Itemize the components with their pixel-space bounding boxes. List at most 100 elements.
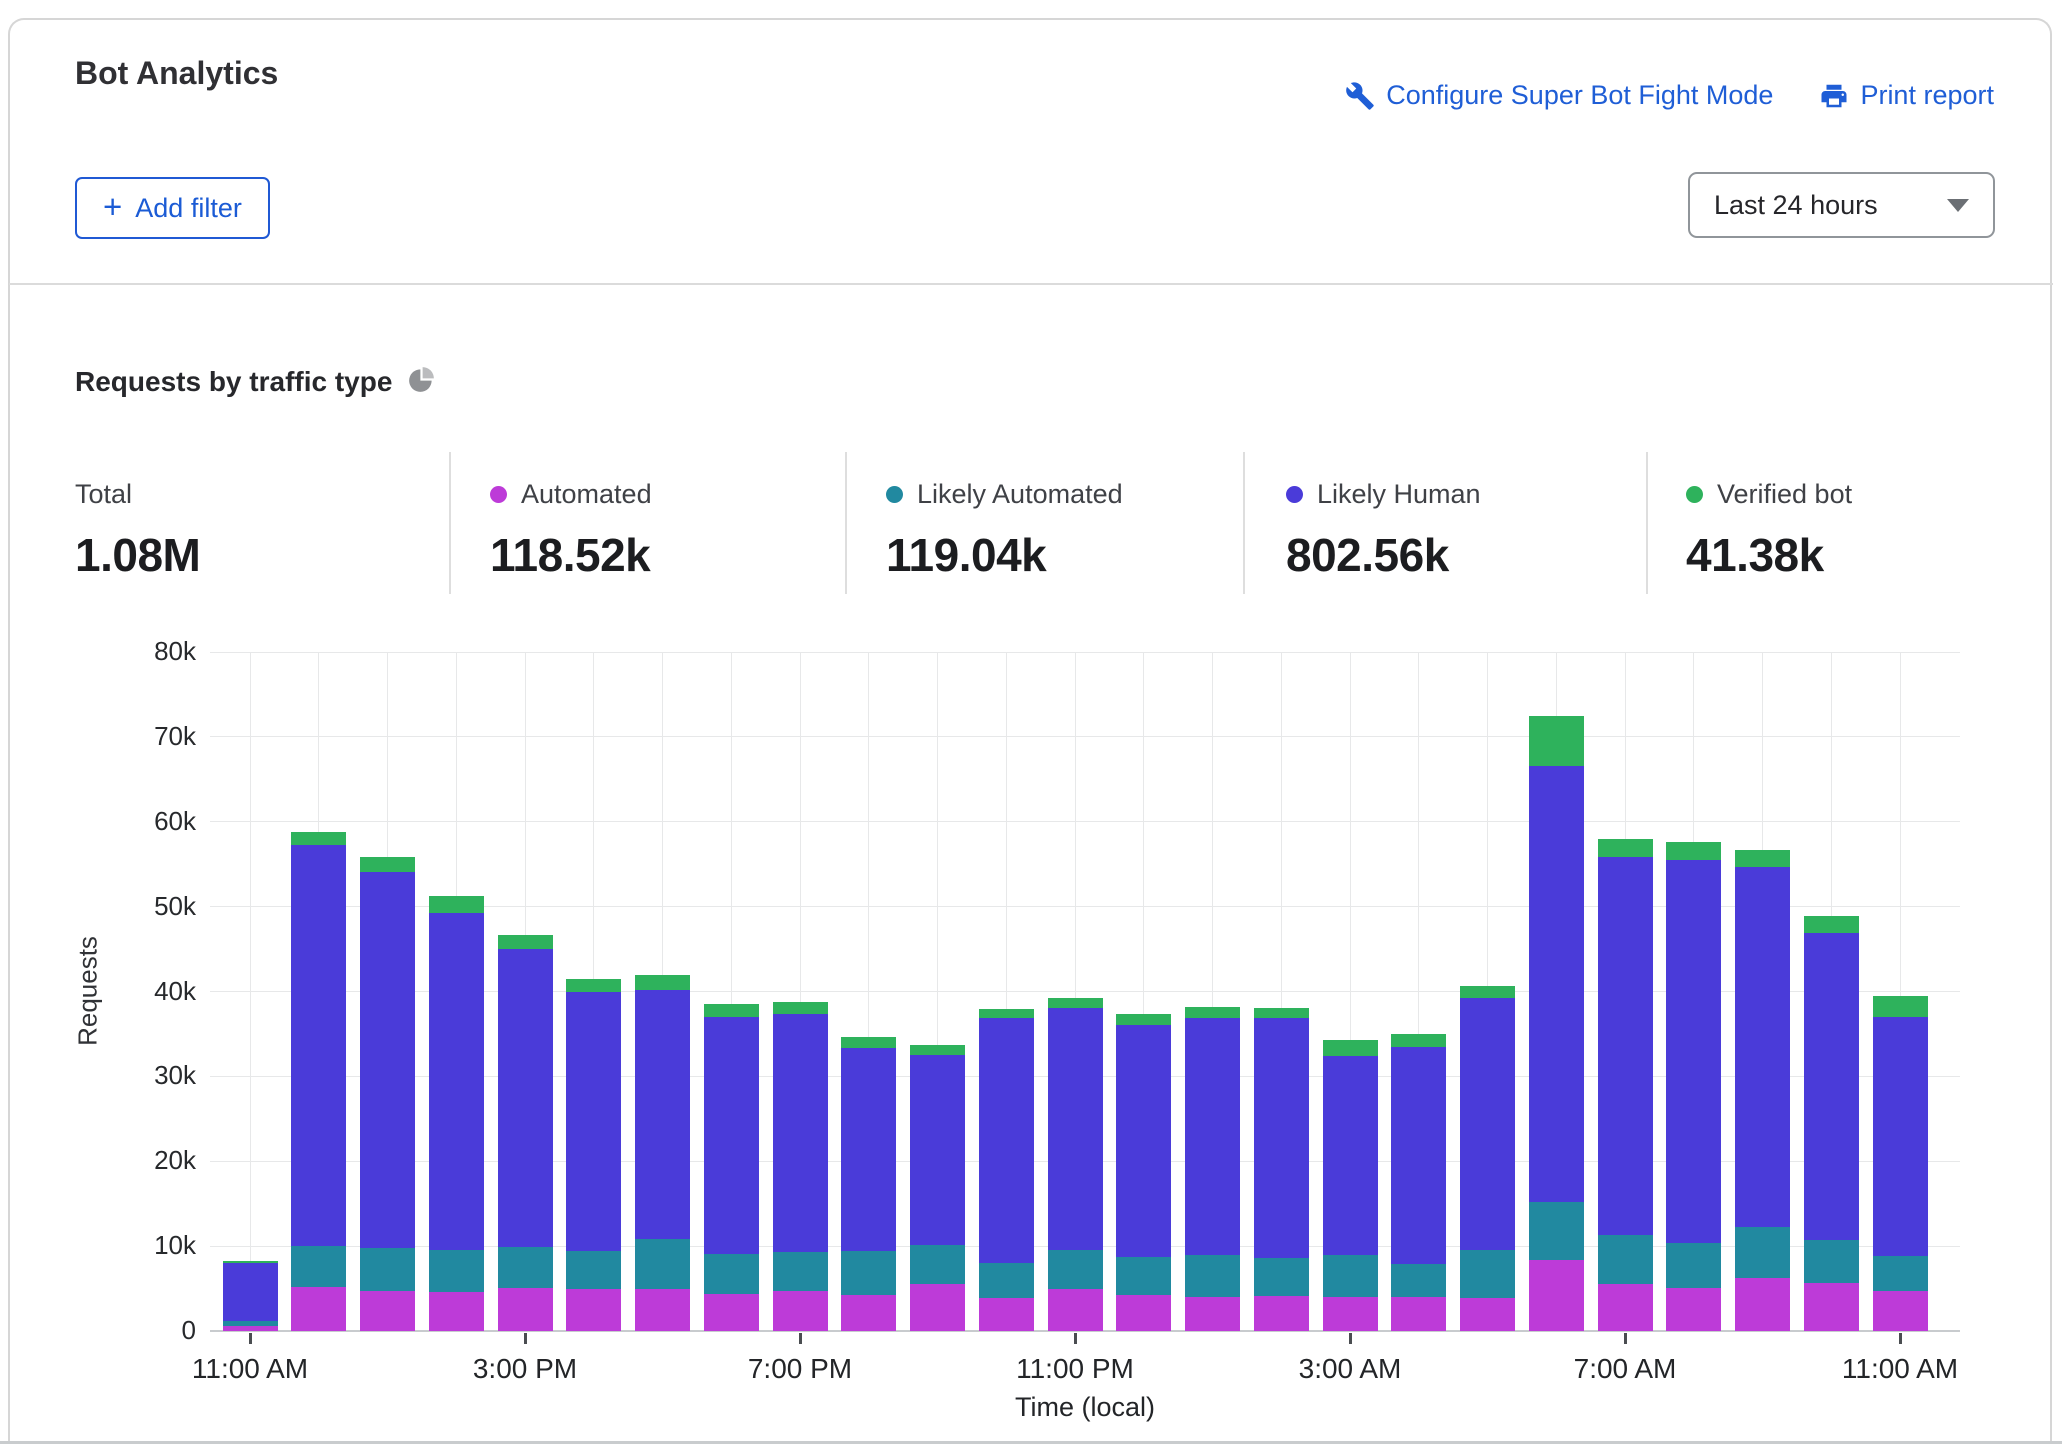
print-report-link[interactable]: Print report (1819, 80, 1994, 111)
bar-segment-automated[interactable] (360, 1291, 415, 1331)
bar-segment-automated[interactable] (1116, 1294, 1172, 1331)
bar-segment-verified-bot[interactable] (1460, 986, 1515, 999)
bar-segment-likely-human[interactable] (1597, 856, 1653, 1236)
bar-segment-likely-automated[interactable] (1047, 1249, 1103, 1290)
bar-segment-likely-human[interactable] (428, 912, 484, 1250)
bar-segment-likely-automated[interactable] (910, 1245, 965, 1285)
bar-segment-verified-bot[interactable] (497, 935, 553, 950)
bar-segment-automated[interactable] (978, 1298, 1034, 1331)
bar-segment-automated[interactable] (1597, 1284, 1653, 1331)
bar-segment-likely-human[interactable] (703, 1016, 759, 1254)
bar-segment-automated[interactable] (703, 1293, 759, 1331)
bar-segment-automated[interactable] (910, 1284, 965, 1331)
bar-segment-automated[interactable] (1528, 1259, 1584, 1331)
time-range-select[interactable]: Last 24 hours (1688, 172, 1995, 238)
bar-segment-likely-automated[interactable] (1253, 1258, 1309, 1297)
bar-segment-verified-bot[interactable] (566, 978, 622, 993)
bar-segment-likely-human[interactable] (497, 949, 553, 1247)
bar-segment-likely-automated[interactable] (222, 1320, 278, 1326)
bar-segment-verified-bot[interactable] (1391, 1033, 1447, 1047)
bar-segment-likely-automated[interactable] (1528, 1202, 1584, 1260)
bar-segment-automated[interactable] (1872, 1290, 1928, 1331)
bar-segment-likely-human[interactable] (1666, 859, 1722, 1243)
bar-segment-likely-automated[interactable] (978, 1263, 1034, 1299)
bar-segment-automated[interactable] (1803, 1282, 1859, 1331)
bar-segment-verified-bot[interactable] (1528, 715, 1584, 766)
bar-segment-verified-bot[interactable] (635, 975, 690, 990)
bar-segment-verified-bot[interactable] (428, 896, 484, 913)
bar-segment-automated[interactable] (566, 1288, 622, 1331)
bar-segment-likely-automated[interactable] (360, 1248, 415, 1292)
bar-segment-likely-human[interactable] (566, 992, 622, 1252)
bar-segment-automated[interactable] (1322, 1297, 1378, 1331)
bar-segment-verified-bot[interactable] (1666, 842, 1722, 860)
bar-segment-verified-bot[interactable] (1322, 1039, 1378, 1057)
bar-segment-automated[interactable] (772, 1291, 828, 1331)
bar-segment-automated[interactable] (497, 1287, 553, 1331)
bar-segment-likely-human[interactable] (1803, 932, 1859, 1241)
bar-segment-likely-automated[interactable] (1597, 1235, 1653, 1285)
bar-segment-likely-human[interactable] (910, 1055, 965, 1246)
bar-segment-likely-automated[interactable] (841, 1251, 897, 1295)
bar-segment-automated[interactable] (1735, 1277, 1790, 1331)
bar-segment-likely-human[interactable] (1047, 1007, 1103, 1250)
bar-segment-automated[interactable] (291, 1286, 347, 1331)
bar-segment-verified-bot[interactable] (1872, 995, 1928, 1017)
bar-segment-verified-bot[interactable] (360, 857, 415, 872)
bar-segment-verified-bot[interactable] (1597, 838, 1653, 857)
bar-segment-likely-automated[interactable] (1116, 1256, 1172, 1295)
bar-segment-likely-human[interactable] (1460, 998, 1515, 1250)
bar-segment-automated[interactable] (1047, 1289, 1103, 1331)
bar-segment-verified-bot[interactable] (978, 1009, 1034, 1018)
bar-segment-likely-human[interactable] (1872, 1016, 1928, 1257)
configure-super-bot-fight-mode-link[interactable]: Configure Super Bot Fight Mode (1345, 80, 1773, 111)
bar-segment-verified-bot[interactable] (910, 1044, 965, 1056)
bar-segment-verified-bot[interactable] (841, 1037, 897, 1049)
bar-segment-likely-human[interactable] (1253, 1017, 1309, 1259)
bar-segment-verified-bot[interactable] (1253, 1007, 1309, 1018)
bar-segment-likely-human[interactable] (1735, 866, 1790, 1228)
add-filter-button[interactable]: + Add filter (75, 177, 270, 239)
bar-segment-automated[interactable] (1185, 1296, 1240, 1331)
bar-segment-likely-human[interactable] (222, 1263, 278, 1321)
bar-segment-verified-bot[interactable] (222, 1260, 278, 1264)
bar-segment-likely-automated[interactable] (1185, 1254, 1240, 1297)
bar-segment-likely-automated[interactable] (1803, 1240, 1859, 1283)
bar-segment-likely-automated[interactable] (566, 1251, 622, 1289)
bar-segment-likely-human[interactable] (360, 871, 415, 1249)
bar-segment-likely-human[interactable] (772, 1014, 828, 1252)
bar-segment-likely-human[interactable] (1116, 1025, 1172, 1257)
bar-segment-likely-human[interactable] (978, 1017, 1034, 1264)
bar-segment-likely-human[interactable] (1391, 1046, 1447, 1265)
bar-segment-verified-bot[interactable] (772, 1001, 828, 1015)
bar-segment-likely-human[interactable] (635, 989, 690, 1239)
bar-segment-likely-automated[interactable] (1322, 1255, 1378, 1298)
bar-segment-verified-bot[interactable] (1116, 1014, 1172, 1026)
bar-segment-automated[interactable] (1391, 1297, 1447, 1331)
bar-segment-likely-automated[interactable] (291, 1245, 347, 1287)
bar-segment-likely-human[interactable] (841, 1048, 897, 1252)
bar-segment-verified-bot[interactable] (703, 1004, 759, 1017)
bar-segment-likely-human[interactable] (291, 844, 347, 1246)
bar-segment-likely-automated[interactable] (635, 1238, 690, 1290)
bar-segment-automated[interactable] (1666, 1287, 1722, 1331)
bar-segment-verified-bot[interactable] (1735, 849, 1790, 867)
bar-segment-verified-bot[interactable] (1047, 998, 1103, 1008)
bar-segment-likely-automated[interactable] (428, 1249, 484, 1292)
bar-segment-likely-automated[interactable] (1872, 1256, 1928, 1291)
bar-segment-likely-human[interactable] (1528, 765, 1584, 1202)
bar-segment-verified-bot[interactable] (291, 831, 347, 845)
bar-segment-likely-human[interactable] (1322, 1056, 1378, 1256)
bar-segment-likely-automated[interactable] (1666, 1242, 1722, 1288)
bar-segment-verified-bot[interactable] (1803, 915, 1859, 933)
bar-segment-likely-automated[interactable] (1460, 1249, 1515, 1299)
bar-segment-likely-human[interactable] (1185, 1017, 1240, 1255)
bar-segment-likely-automated[interactable] (703, 1253, 759, 1294)
bar-segment-likely-automated[interactable] (772, 1251, 828, 1292)
bar-segment-automated[interactable] (1253, 1296, 1309, 1331)
bar-segment-likely-automated[interactable] (1391, 1264, 1447, 1298)
bar-segment-likely-automated[interactable] (497, 1246, 553, 1288)
bar-segment-verified-bot[interactable] (1185, 1006, 1240, 1018)
bar-segment-automated[interactable] (428, 1291, 484, 1331)
bar-segment-automated[interactable] (841, 1294, 897, 1331)
